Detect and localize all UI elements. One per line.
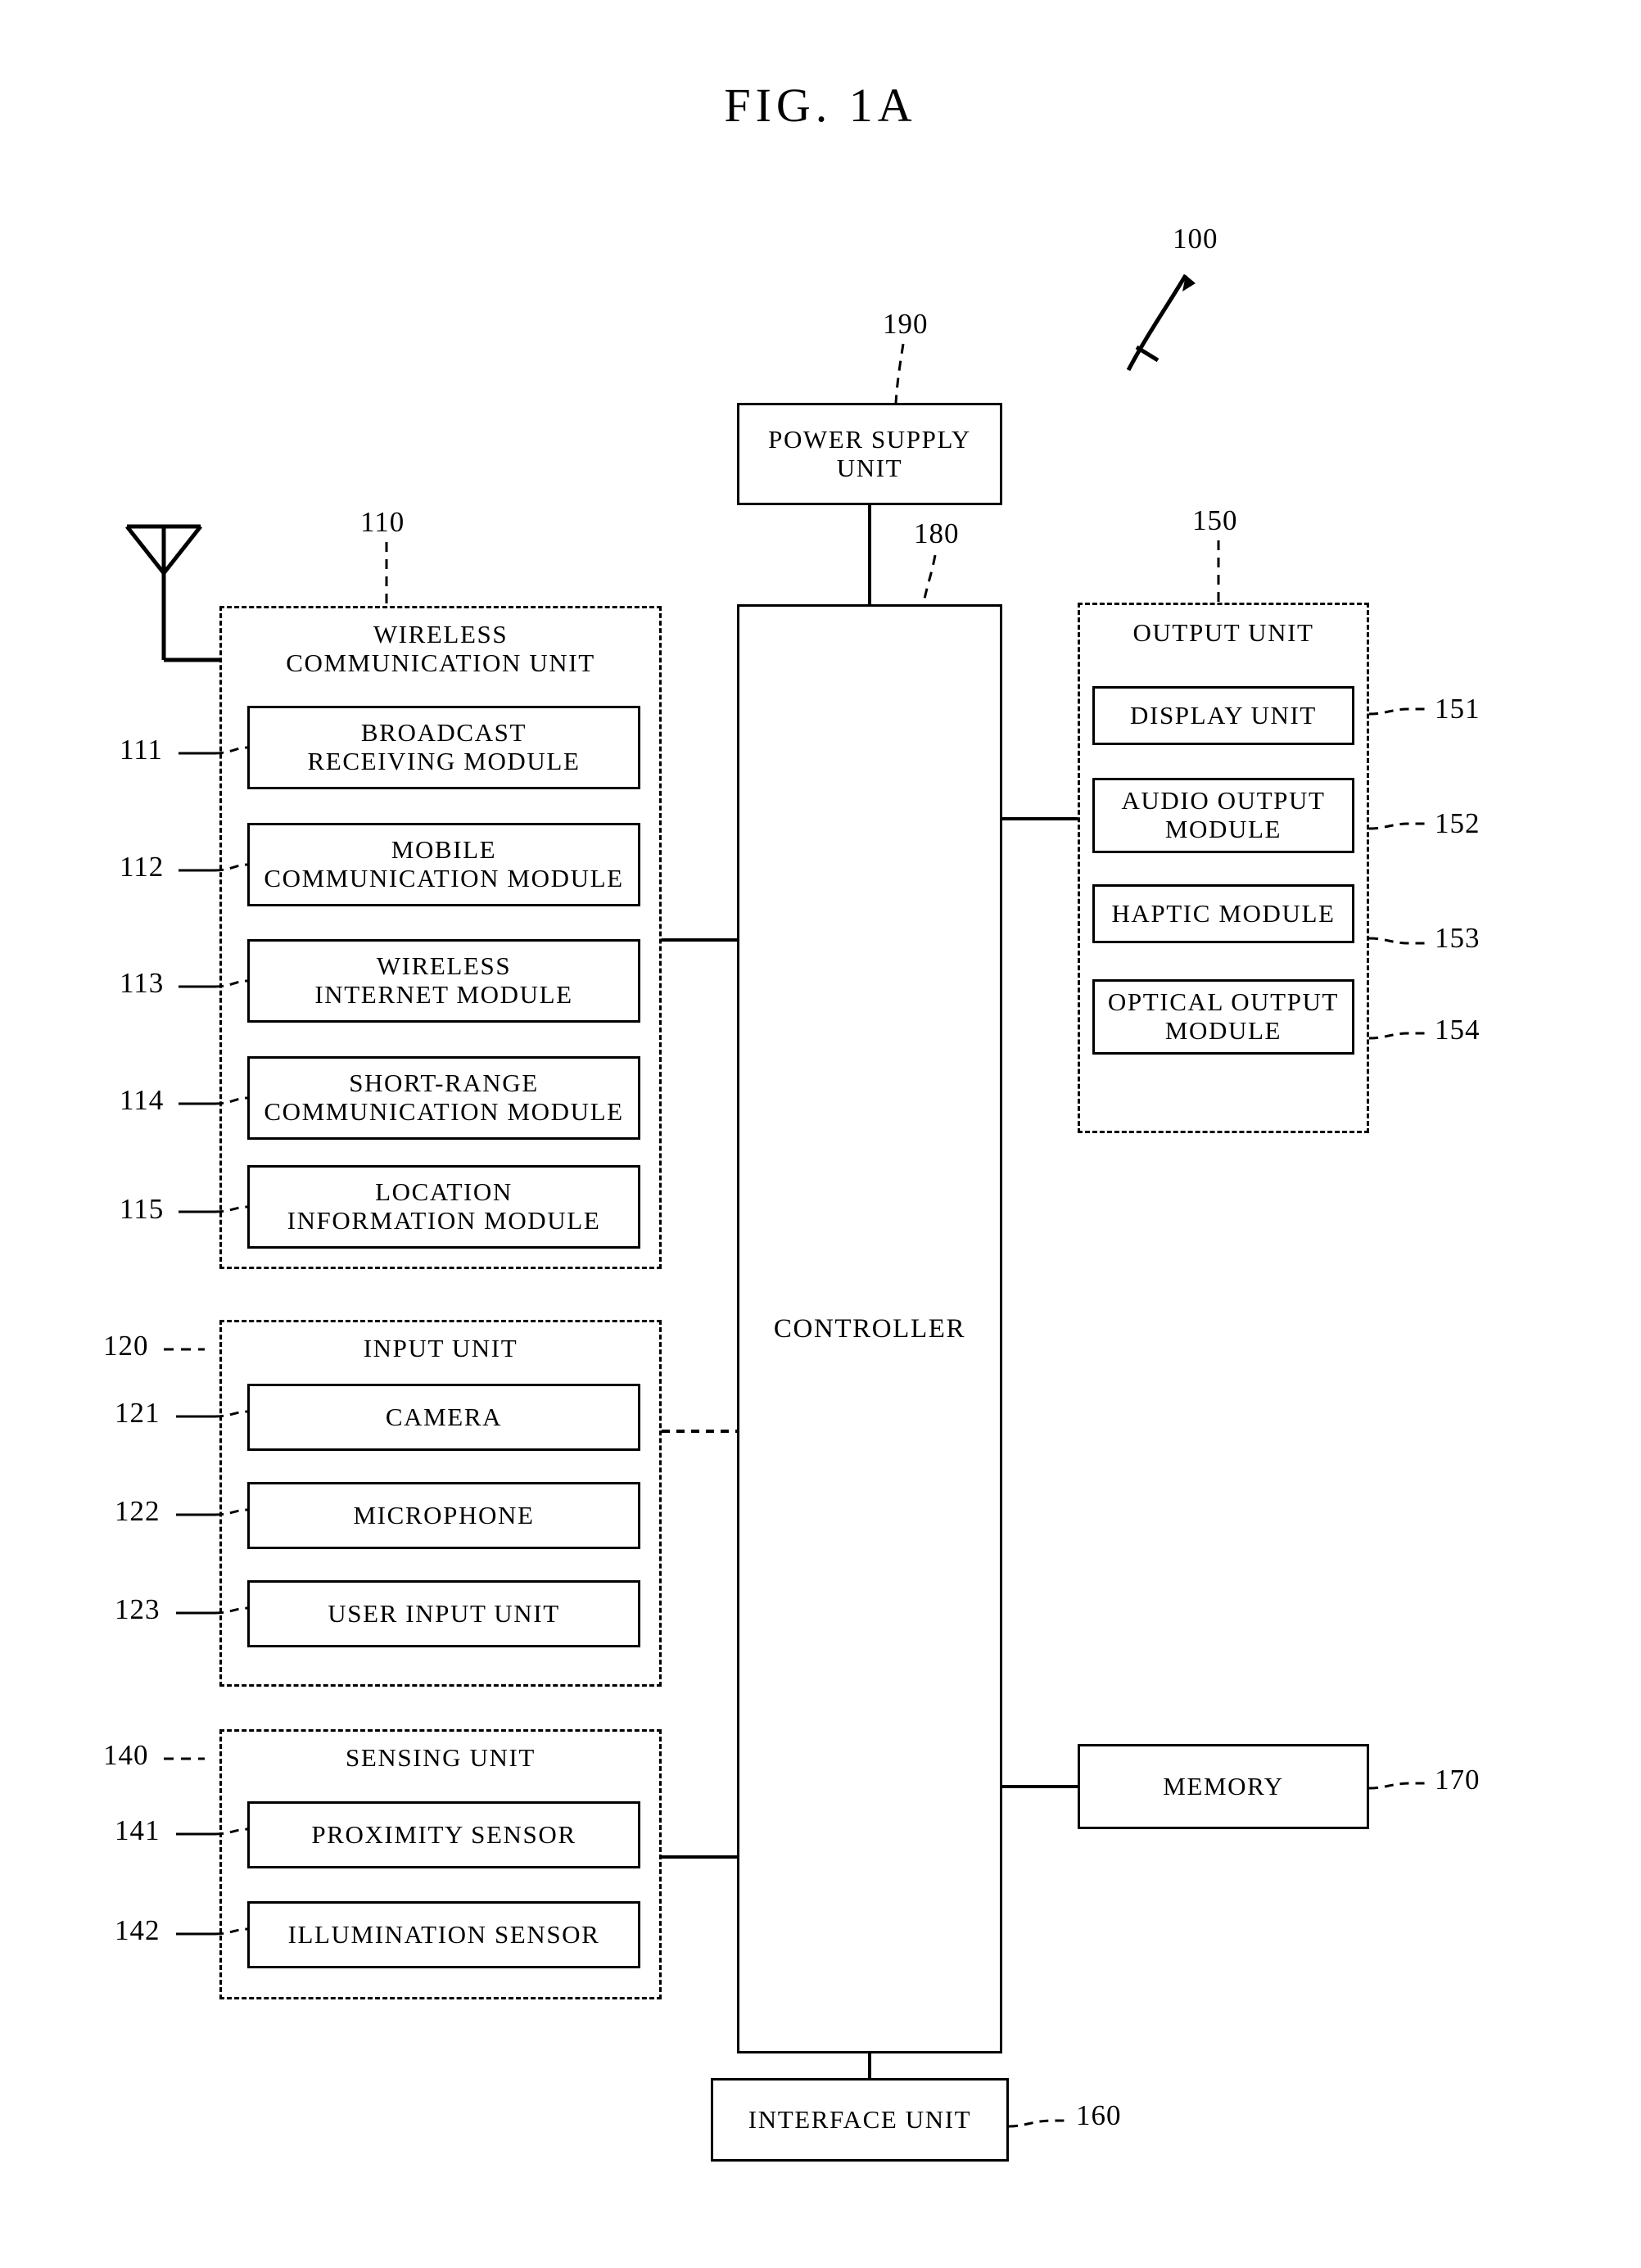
ref-122: 122 [115, 1495, 160, 1527]
location-information-module-label: LOCATION INFORMATION MODULE [287, 1177, 601, 1235]
mobile-communication-module-label: MOBILE COMMUNICATION MODULE [264, 835, 624, 892]
microphone-box: MICROPHONE [247, 1482, 640, 1549]
ref-112: 112 [120, 851, 165, 883]
ref-180: 180 [914, 517, 960, 549]
audio-output-module-box: AUDIO OUTPUT MODULE [1092, 778, 1354, 853]
proximity-sensor-box: PROXIMITY SENSOR [247, 1801, 640, 1868]
user-input-unit-box: USER INPUT UNIT [247, 1580, 640, 1647]
ref-142: 142 [115, 1914, 160, 1946]
ref-121: 121 [115, 1397, 160, 1429]
ref-151: 151 [1435, 693, 1481, 725]
device-ref-arrowhead [1182, 275, 1196, 291]
haptic-module-label: HAPTIC MODULE [1111, 898, 1336, 928]
mobile-communication-module-box: MOBILE COMMUNICATION MODULE [247, 823, 640, 906]
interface-unit-box: INTERFACE UNIT [711, 2078, 1009, 2162]
short-range-communication-module-label: SHORT-RANGE COMMUNICATION MODULE [264, 1068, 624, 1126]
device-ref-tick [1135, 345, 1160, 363]
antenna-icon [125, 524, 219, 662]
illumination-sensor-box: ILLUMINATION SENSOR [247, 1901, 640, 1968]
display-unit-box: DISPLAY UNIT [1092, 686, 1354, 745]
wireless-internet-module-label: WIRELESS INTERNET MODULE [314, 951, 573, 1009]
controller-ref-leader [922, 554, 937, 603]
short-range-communication-module-box: SHORT-RANGE COMMUNICATION MODULE [247, 1056, 640, 1140]
location-information-module-box: LOCATION INFORMATION MODULE [247, 1165, 640, 1249]
input-unit-title: INPUT UNIT [363, 1334, 518, 1362]
ref-160: 160 [1076, 2099, 1122, 2131]
ref-123: 123 [115, 1593, 160, 1625]
ref-leader-160 [1008, 2119, 1068, 2128]
ref-141: 141 [115, 1814, 160, 1846]
output-unit-title: OUTPUT UNIT [1132, 618, 1314, 647]
ref-190: 190 [883, 308, 929, 340]
memory-label: MEMORY [1163, 1771, 1284, 1800]
ref-113: 113 [120, 967, 165, 999]
broadcast-receiving-module-box: BROADCAST RECEIVING MODULE [247, 706, 640, 789]
ref-114: 114 [120, 1084, 165, 1116]
ref-170: 170 [1435, 1764, 1481, 1796]
ref-152: 152 [1435, 807, 1481, 839]
ref-leader-154 [1368, 1032, 1425, 1040]
power-supply-unit-box: POWER SUPPLY UNIT [737, 403, 1002, 505]
camera-box: CAMERA [247, 1384, 640, 1451]
haptic-module-box: HAPTIC MODULE [1092, 884, 1354, 943]
ref-153: 153 [1435, 922, 1481, 954]
sensing-unit-title: SENSING UNIT [346, 1743, 536, 1772]
ref-154: 154 [1435, 1014, 1481, 1046]
ref-leader-153 [1368, 937, 1425, 945]
user-input-unit-label: USER INPUT UNIT [328, 1598, 560, 1628]
optical-output-module-box: OPTICAL OUTPUT MODULE [1092, 979, 1354, 1055]
ref-111: 111 [120, 734, 163, 766]
memory-box: MEMORY [1078, 1744, 1369, 1829]
interface-unit-label: INTERFACE UNIT [748, 2104, 972, 2134]
power-supply-ref-leader [894, 343, 905, 404]
device-ref-leader [1126, 273, 1188, 372]
ref-150: 150 [1192, 504, 1238, 536]
figure-title: FIG. 1A [724, 79, 917, 132]
audio-output-module-label: AUDIO OUTPUT MODULE [1121, 786, 1326, 843]
ref-leader-151 [1368, 707, 1425, 716]
optical-output-module-label: OPTICAL OUTPUT MODULE [1107, 987, 1340, 1045]
ref-leader-170 [1368, 1782, 1426, 1790]
proximity-sensor-label: PROXIMITY SENSOR [311, 1819, 576, 1849]
power-supply-unit-label: POWER SUPPLY UNIT [768, 424, 971, 482]
ref-140: 140 [103, 1739, 149, 1771]
controller-label: CONTROLLER [773, 1313, 966, 1344]
camera-label: CAMERA [385, 1402, 503, 1431]
illumination-sensor-label: ILLUMINATION SENSOR [287, 1919, 600, 1949]
ref-leader-152 [1368, 822, 1425, 830]
patent-figure-canvas: FIG. 1A POWER SUPPLY UNIT 190 100 CONTRO… [0, 0, 1641, 2268]
ref-110: 110 [360, 506, 405, 538]
microphone-label: MICROPHONE [353, 1500, 535, 1529]
display-unit-label: DISPLAY UNIT [1130, 700, 1317, 730]
ref-100: 100 [1173, 223, 1218, 255]
ref-115: 115 [120, 1193, 165, 1225]
ref-120: 120 [103, 1330, 149, 1362]
wireless-communication-unit-title: WIRELESS COMMUNICATION UNIT [286, 620, 595, 677]
wireless-internet-module-box: WIRELESS INTERNET MODULE [247, 939, 640, 1023]
controller-box: CONTROLLER [737, 604, 1002, 2053]
broadcast-receiving-module-label: BROADCAST RECEIVING MODULE [307, 718, 581, 775]
